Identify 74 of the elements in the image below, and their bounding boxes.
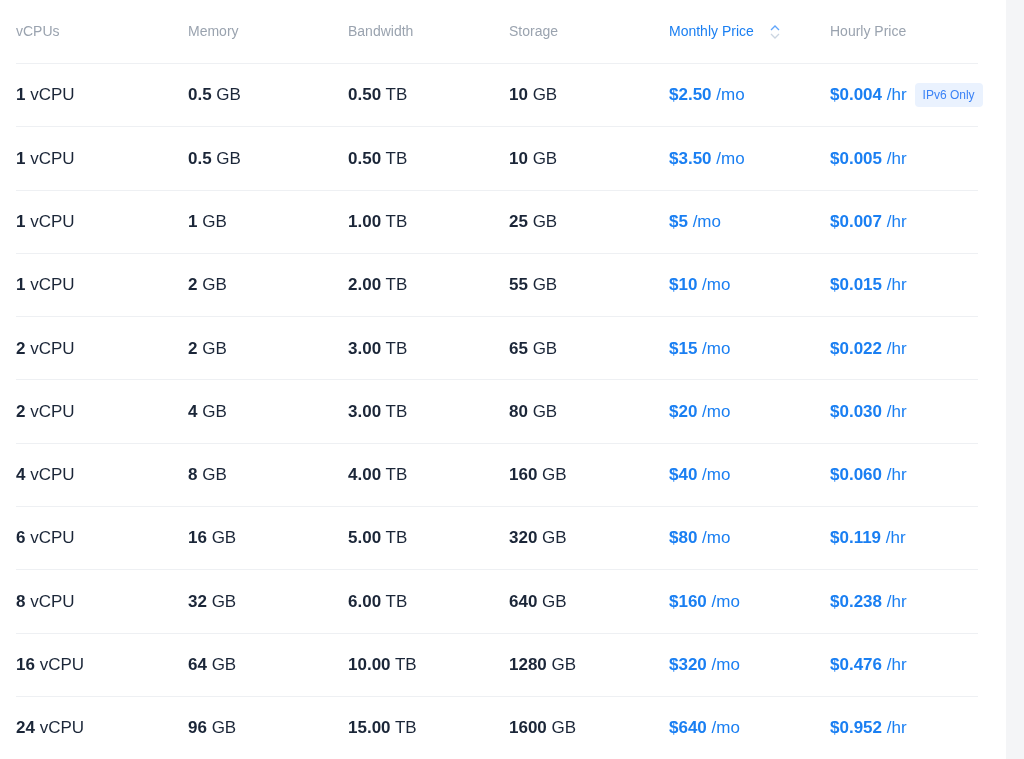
table-cell-text: 6 vCPU — [16, 527, 75, 550]
table-cell-text: 2.00 TB — [348, 274, 408, 297]
ipv6-badge: IPv6 Only — [914, 83, 983, 108]
column-header[interactable]: Hourly Price — [830, 21, 907, 42]
table-cell-text: $10 /mo — [669, 274, 731, 297]
column-header[interactable]: Bandwidth — [348, 21, 414, 42]
table-cell-text: $0.004 /hr — [830, 84, 907, 107]
table-cell-text: 10.00 TB — [348, 654, 417, 677]
table-cell-text: $160 /mo — [669, 590, 740, 613]
table-cell-text: 3.00 TB — [348, 337, 408, 360]
column-header[interactable]: vCPUs — [16, 21, 60, 42]
table-cell-text: $0.476 /hr — [830, 654, 907, 677]
table-cell-text: 8 vCPU — [16, 590, 75, 613]
table-cell-text: $0.238 /hr — [830, 590, 907, 613]
table-cell-text: 65 GB — [509, 337, 558, 360]
table-cell-text: $0.007 /hr — [830, 211, 907, 233]
table-cell-text: $640 /mo — [669, 717, 740, 740]
column-header[interactable]: Memory — [188, 21, 239, 42]
table-cell-text: 10 GB — [509, 147, 558, 170]
table-cell-text: 4.00 TB — [348, 464, 408, 487]
table-cell-text: 1 vCPU — [16, 211, 75, 233]
table-cell-text: 160 GB — [509, 464, 567, 487]
table-cell-text: 1 vCPU — [16, 84, 75, 107]
table-cell-text: 320 GB — [509, 527, 567, 550]
column-header[interactable]: Monthly Price — [669, 21, 754, 42]
table-cell-text: 1 vCPU — [16, 274, 75, 297]
table-cell-text: 64 GB — [188, 654, 237, 677]
table-cell-text: 1 vCPU — [16, 147, 75, 170]
table-cell-text: 55 GB — [509, 274, 558, 297]
table-cell-text: $20 /mo — [669, 400, 731, 423]
table-cell-text: 16 vCPU — [16, 654, 85, 677]
table-cell-text: $0.005 /hr — [830, 147, 907, 170]
table-cell-text: $0.015 /hr — [830, 274, 907, 297]
table-cell-text: 96 GB — [188, 717, 237, 740]
table-cell-text: 0.5 GB — [188, 147, 241, 170]
table-cell-text: $0.952 /hr — [830, 717, 907, 740]
table-cell-text: 24 vCPU — [16, 717, 85, 740]
table-cell-text: $3.50 /mo — [669, 147, 745, 170]
table-cell-text: 2 vCPU — [16, 400, 75, 423]
table-cell-text: 640 GB — [509, 590, 567, 613]
table-cell-text: $0.060 /hr — [830, 464, 907, 487]
table-cell-text: 15.00 TB — [348, 717, 417, 740]
sort-icon[interactable] — [769, 23, 780, 40]
table-cell-text: 5.00 TB — [348, 527, 408, 550]
table-cell-text: 2 GB — [188, 274, 227, 297]
table-cell-text: 1.00 TB — [348, 211, 408, 233]
table-cell-text: 2 vCPU — [16, 337, 75, 360]
table-cell-text: $0.119 /hr — [830, 527, 906, 550]
table-cell-text: 4 vCPU — [16, 464, 75, 487]
table-cell-text: $15 /mo — [669, 337, 731, 360]
table-cell-text: 25 GB — [509, 211, 558, 233]
table-cell-text: $5 /mo — [669, 211, 721, 233]
table-cell-text: 0.5 GB — [188, 84, 241, 107]
table-cell-text: 3.00 TB — [348, 400, 408, 423]
table-cell-text: 80 GB — [509, 400, 558, 423]
table-cell-text: 0.50 TB — [348, 84, 408, 107]
table-cell-text: $0.022 /hr — [830, 337, 907, 360]
table-cell-text: $80 /mo — [669, 527, 731, 550]
table-cell-text: 10 GB — [509, 84, 558, 107]
table-cell-text: 4 GB — [188, 400, 227, 423]
table-cell-text: 1 GB — [188, 211, 227, 233]
table-cell-text: $2.50 /mo — [669, 84, 745, 107]
table-cell-text: 6.00 TB — [348, 590, 408, 613]
table-cell-text: 16 GB — [188, 527, 237, 550]
table-cell-text: 1280 GB — [509, 654, 577, 677]
table-cell-text: 2 GB — [188, 337, 227, 360]
table-cell-text: 8 GB — [188, 464, 227, 487]
table-cell-text: $0.030 /hr — [830, 400, 907, 423]
table-cell-text: 0.50 TB — [348, 147, 408, 170]
table-cell-text: 1600 GB — [509, 717, 577, 740]
table-cell-text: $320 /mo — [669, 654, 740, 677]
table-cell-text: 32 GB — [188, 590, 237, 613]
column-header[interactable]: Storage — [509, 21, 559, 42]
table-cell-text: $40 /mo — [669, 464, 731, 487]
